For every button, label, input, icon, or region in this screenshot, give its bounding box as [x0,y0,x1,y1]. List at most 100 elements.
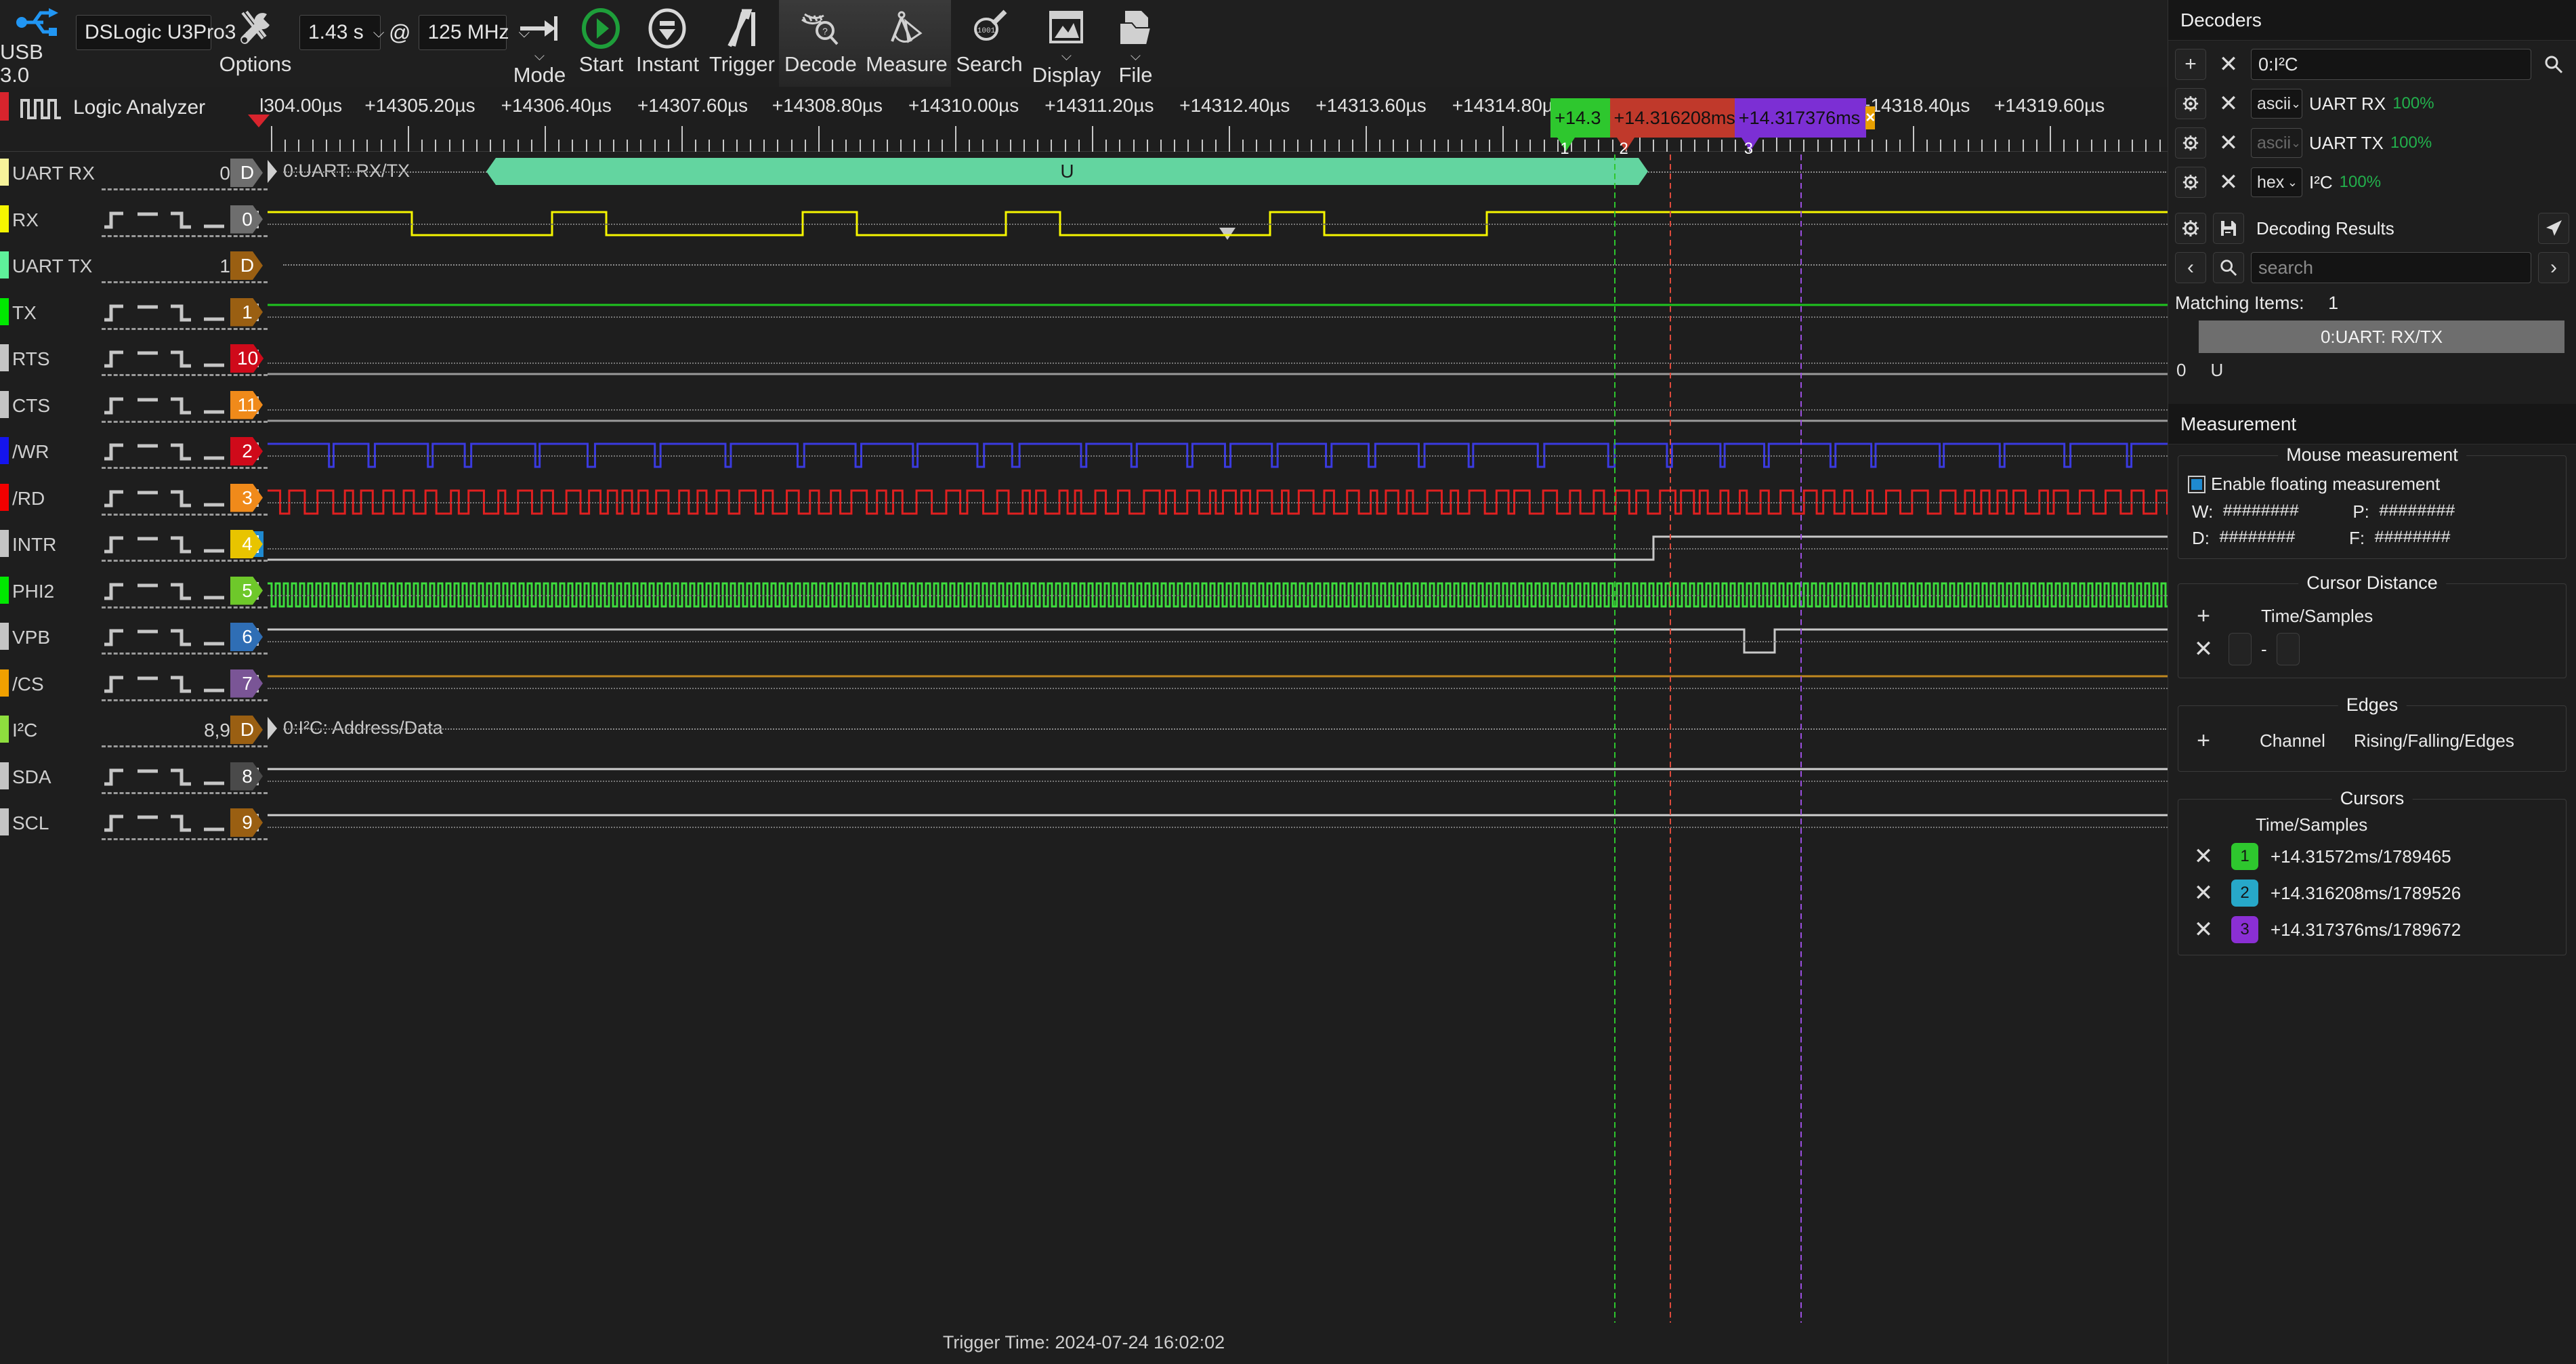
remove-cursor-button[interactable]: ✕ [2188,877,2219,909]
channel-color-swatch[interactable] [0,483,9,511]
remove-cursor-button[interactable]: ✕ [2188,914,2219,945]
decoding-results-column-header[interactable]: 0:UART: RX/TX [2199,321,2564,353]
channel-color-swatch[interactable] [0,205,9,232]
trigger-option-fall[interactable] [168,624,197,650]
channel-index-badge[interactable]: D [230,251,263,280]
file-button[interactable]: ⌵ File [1105,0,1165,87]
ruler-cursor-flag-1[interactable]: +14.3 [1550,98,1617,138]
save-decoding-results-button[interactable] [2213,213,2244,244]
trigger-option-low[interactable] [201,624,230,650]
trigger-option-fall[interactable] [168,207,197,232]
remove-decoder-button[interactable]: ✕ [2213,88,2244,119]
remove-decoder-button[interactable]: ✕ [2213,127,2244,159]
remove-decoder-button[interactable]: ✕ [2213,167,2244,198]
trigger-option-low[interactable] [201,578,230,604]
trigger-option-low[interactable] [201,485,230,511]
trigger-option-low[interactable] [201,299,230,325]
add-decoder-button[interactable]: + [2175,49,2206,80]
trigger-option-high[interactable] [135,346,164,371]
trigger-option-low[interactable] [201,531,230,557]
channel-color-swatch[interactable] [0,297,9,325]
trigger-option-rise[interactable] [102,438,131,464]
remove-all-decoders-button[interactable]: ✕ [2213,49,2244,80]
channel-color-swatch[interactable] [0,762,9,789]
trigger-option-high[interactable] [135,764,164,789]
trigger-option-rise[interactable] [102,485,131,511]
channel-index-badge[interactable]: D [230,716,263,744]
ruler-cursor-close-icon[interactable]: × [1865,106,1876,129]
decoder-format-selector[interactable]: hex ⌄ [2251,167,2302,197]
cursor-chip[interactable]: 3 [2231,916,2258,943]
trigger-option-fall[interactable] [168,299,197,325]
trigger-option-fall[interactable] [168,764,197,789]
trigger-option-rise[interactable] [102,810,131,835]
trigger-option-low[interactable] [201,438,230,464]
decoder-settings-button[interactable] [2175,88,2206,119]
trigger-option-rise[interactable] [102,671,131,697]
cursor-chip[interactable]: 1 [2231,843,2258,870]
trigger-option-low[interactable] [201,346,230,371]
trigger-option-rise[interactable] [102,531,131,557]
navigate-decoding-result-button[interactable] [2538,213,2569,244]
channel-color-swatch[interactable] [0,159,9,186]
channel-color-swatch[interactable] [0,576,9,604]
trigger-option-fall[interactable] [168,485,197,511]
trigger-option-high[interactable] [135,485,164,511]
options-button[interactable]: Options [211,0,299,87]
ruler-cursor-flag-2[interactable]: +14.316208ms× [1609,98,1750,138]
instant-button[interactable]: Instant [630,0,704,87]
next-result-button[interactable]: › [2538,252,2569,283]
enable-floating-measurement-checkbox[interactable] [2188,475,2205,493]
decoding-result-row[interactable]: 0U [2168,353,2576,381]
trigger-option-high[interactable] [135,299,164,325]
trigger-option-high[interactable] [135,671,164,697]
trigger-option-fall[interactable] [168,578,197,604]
decode-button[interactable]: ? Decode [779,0,862,87]
samplerate-selector[interactable]: 125 MHz ⌵ [419,15,530,50]
channel-color-swatch[interactable] [0,716,9,743]
channel-color-swatch[interactable] [0,251,9,278]
channel-index-badge[interactable]: D [230,159,263,187]
trigger-button[interactable]: Trigger [704,0,779,87]
decoder-settings-button[interactable] [2175,167,2206,198]
trigger-option-high[interactable] [135,810,164,835]
trigger-option-low[interactable] [201,207,230,232]
trigger-option-fall[interactable] [168,346,197,371]
trigger-option-high[interactable] [135,624,164,650]
trigger-option-rise[interactable] [102,578,131,604]
add-edge-measurement-button[interactable]: + [2188,725,2219,756]
waveform-channels-area[interactable]: UART RX 0 D 0:UART: RX/TX U RX 0 UART TX 1 D TX 1 RT… [0,154,2168,1320]
trigger-option-low[interactable] [201,764,230,789]
trigger-option-fall[interactable] [168,392,197,418]
add-cursor-distance-button[interactable]: + [2188,600,2219,632]
search-button[interactable]: 1001 Search [951,0,1027,87]
trigger-option-high[interactable] [135,207,164,232]
channel-color-swatch[interactable] [0,530,9,557]
channel-color-swatch[interactable] [0,390,9,418]
channel-color-swatch[interactable] [0,437,9,464]
trigger-option-rise[interactable] [102,624,131,650]
device-selector[interactable]: DSLogic U3Pro3 ⌵ [76,15,257,50]
display-button[interactable]: ⌵ Display [1027,0,1105,87]
trigger-option-fall[interactable] [168,810,197,835]
decoder-expand-arrow-icon[interactable] [268,717,277,740]
trigger-option-high[interactable] [135,531,164,557]
remove-cursor-distance-button[interactable]: ✕ [2188,634,2219,665]
decoding-results-settings-button[interactable] [2175,213,2206,244]
decoder-data-block[interactable]: U [486,158,1648,185]
duration-selector[interactable]: 1.43 s ⌵ [299,15,384,50]
trigger-option-high[interactable] [135,392,164,418]
remove-cursor-button[interactable]: ✕ [2188,841,2219,872]
decoder-selector[interactable]: 0:I²C [2251,49,2531,80]
channel-color-swatch[interactable] [0,344,9,371]
channel-row[interactable]: UART TX 1 D [0,247,2168,294]
trigger-option-rise[interactable] [102,299,131,325]
cursor-chip[interactable]: 2 [2231,880,2258,907]
trigger-option-low[interactable] [201,810,230,835]
channel-color-swatch[interactable] [0,808,9,835]
decoder-settings-button[interactable] [2175,127,2206,159]
search-results-button[interactable] [2213,252,2244,283]
measure-button[interactable]: Measure [862,0,951,87]
start-button[interactable]: Start [572,0,630,87]
cursor-distance-end-field[interactable] [2276,633,2300,665]
